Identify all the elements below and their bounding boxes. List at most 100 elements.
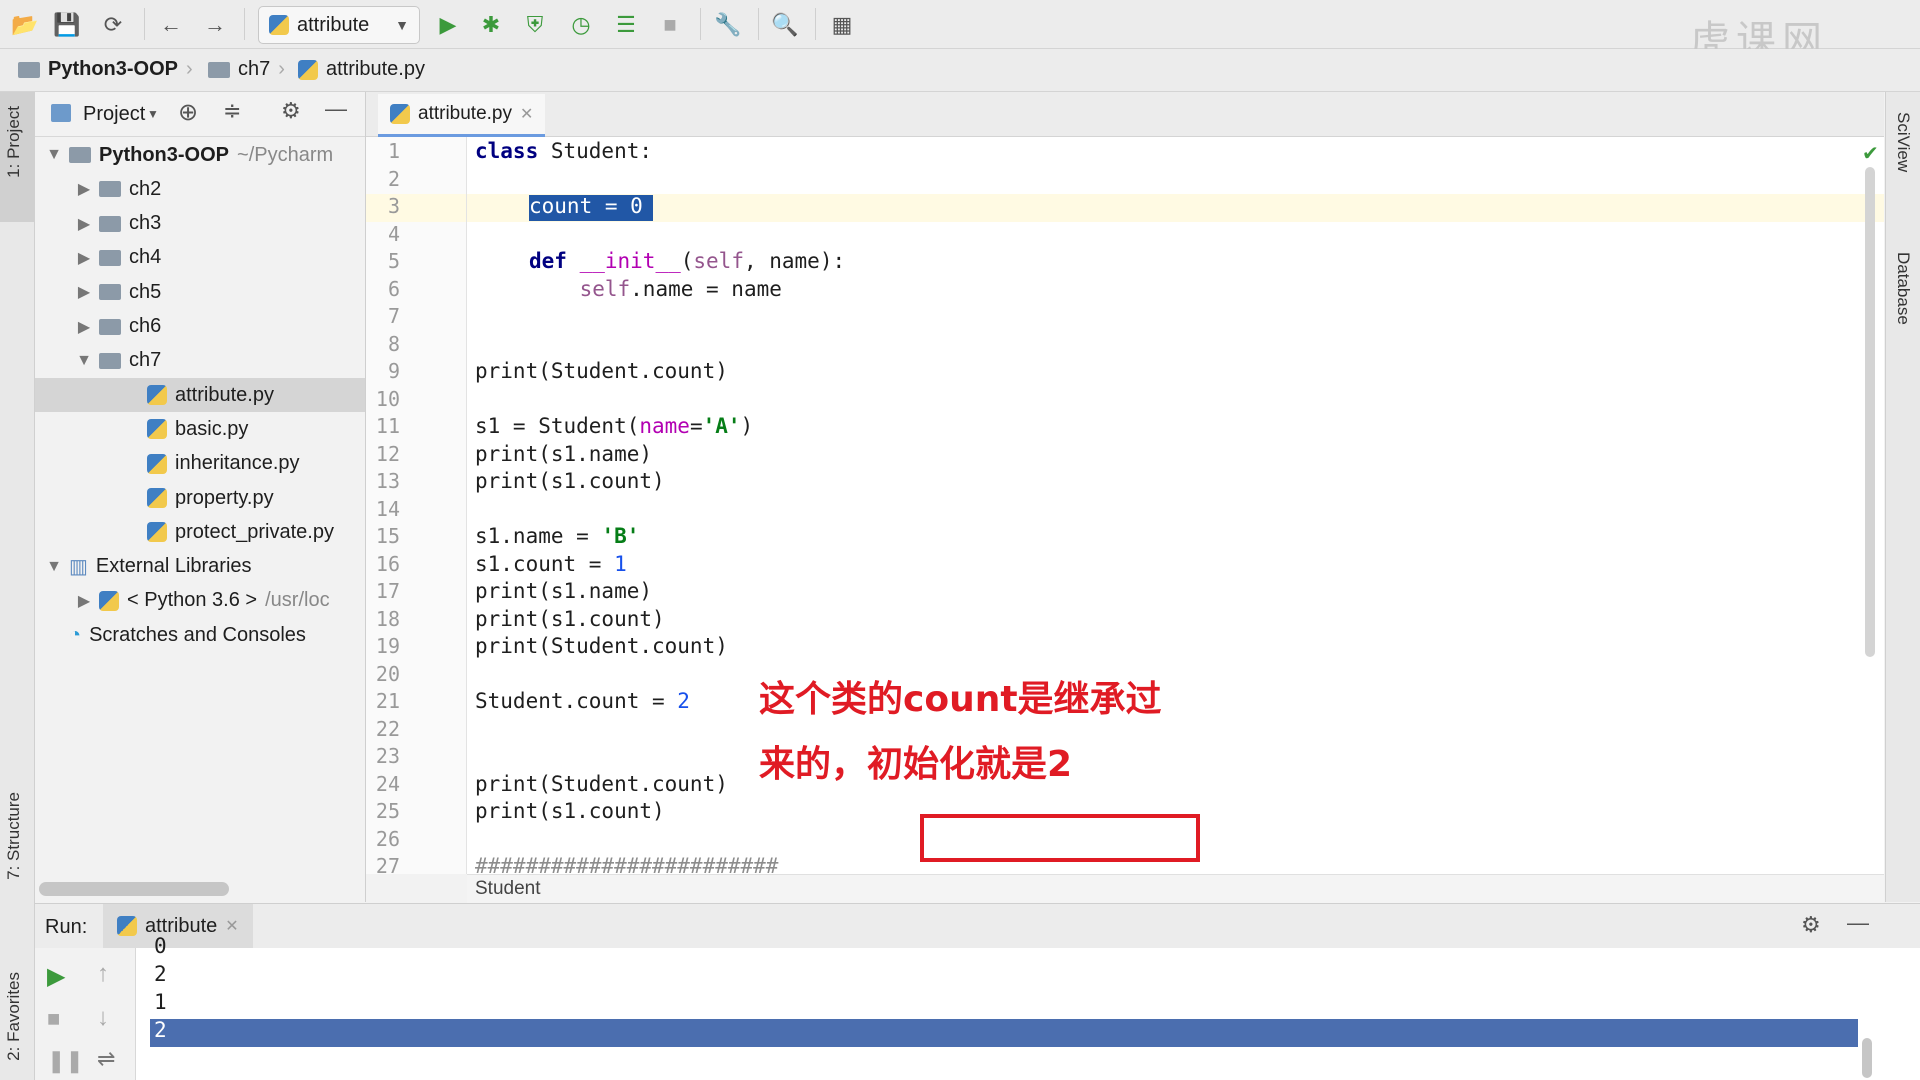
- search-icon[interactable]: 🔍: [770, 10, 800, 40]
- code-line-3-selected: count = 0: [529, 194, 643, 218]
- line-number: 7: [387, 304, 400, 328]
- tree-item-label: Python3-OOP: [99, 143, 230, 166]
- line-number: 27: [375, 854, 400, 878]
- code-editor[interactable]: class Student: count = 0 def __init__(se…: [467, 137, 1884, 874]
- tree-item-label: ch4: [129, 246, 162, 269]
- tree-item[interactable]: property.py: [35, 481, 365, 515]
- breadcrumb-project[interactable]: Python3-OOP ›: [18, 58, 193, 81]
- hide-icon[interactable]: —: [325, 96, 347, 122]
- tree-item[interactable]: ▼ Python3-OOP ~/Pycharm: [35, 138, 365, 172]
- tree-item[interactable]: ▶ ch3: [35, 207, 365, 241]
- code-line-11: s1 = Student(name='A'): [475, 414, 754, 438]
- concurrency-icon[interactable]: ☰: [611, 10, 641, 40]
- forward-icon[interactable]: →: [200, 10, 230, 40]
- tree-item[interactable]: ◔ Scratches and Consoles: [35, 618, 365, 652]
- vertical-scrollbar[interactable]: [1865, 167, 1875, 657]
- code-line-19: print(Student.count): [475, 634, 728, 658]
- back-icon[interactable]: ←: [156, 10, 186, 40]
- console-scrollbar[interactable]: [1862, 1038, 1872, 1078]
- breadcrumb-folder[interactable]: ch7 ›: [208, 58, 285, 81]
- collapsed-arrow-icon[interactable]: ▶: [73, 214, 95, 234]
- console-output-line: 1: [154, 990, 167, 1014]
- line-number: 24: [375, 771, 400, 796]
- left-tool-strip: 1: Project 7: Structure 2: Favorites: [0, 92, 35, 1080]
- line-number: 3: [387, 194, 400, 218]
- collapsed-arrow-icon[interactable]: ▶: [73, 248, 95, 268]
- expanded-arrow-icon[interactable]: ▼: [43, 558, 65, 576]
- tree-item[interactable]: basic.py: [35, 412, 365, 446]
- soft-wrap-icon[interactable]: ⇌: [97, 1046, 115, 1072]
- collapsed-arrow-icon[interactable]: ▶: [73, 317, 95, 337]
- collapsed-arrow-icon[interactable]: ▶: [73, 179, 95, 199]
- settings-wrench-icon[interactable]: 🔧: [713, 10, 743, 40]
- arrow-down-icon[interactable]: ↓: [97, 1004, 109, 1032]
- tree-item[interactable]: inheritance.py: [35, 447, 365, 481]
- library-icon: ▥: [69, 556, 88, 579]
- run-tab-attribute[interactable]: attribute ✕: [103, 904, 253, 948]
- breadcrumb-context: Student: [467, 874, 1884, 903]
- arrow-up-icon[interactable]: ↑: [97, 960, 109, 988]
- python-file-icon: [147, 453, 167, 474]
- folder-icon: [99, 352, 121, 369]
- collapsed-arrow-icon[interactable]: ▶: [73, 282, 95, 302]
- code-line-12: print(s1.name): [475, 442, 653, 466]
- expanded-arrow-icon[interactable]: ▼: [43, 146, 65, 164]
- stop-icon[interactable]: ■: [655, 10, 685, 40]
- horizontal-scrollbar[interactable]: [39, 882, 229, 896]
- debug-icon[interactable]: ✱: [476, 10, 506, 40]
- open-icon[interactable]: 📂: [10, 10, 40, 40]
- structure-tool-tab[interactable]: 7: Structure: [4, 792, 24, 880]
- profile-icon[interactable]: ◷: [566, 10, 596, 40]
- locate-icon[interactable]: ⊕: [178, 98, 198, 127]
- stop-icon[interactable]: ■: [47, 1006, 60, 1032]
- coverage-icon[interactable]: ⛨: [520, 10, 550, 40]
- code-line-15: s1.name = 'B': [475, 524, 640, 548]
- gear-icon[interactable]: ⚙: [281, 98, 301, 124]
- gear-icon[interactable]: ⚙: [1801, 912, 1821, 938]
- favorites-tool-tab[interactable]: 2: Favorites: [4, 972, 24, 1061]
- save-icon[interactable]: 💾: [52, 10, 82, 40]
- folder-icon: [69, 147, 91, 163]
- python-file-icon: [390, 104, 410, 124]
- project-view-select[interactable]: Project: [83, 103, 145, 126]
- structure-icon[interactable]: ▦: [827, 10, 857, 40]
- sync-icon[interactable]: ⟳: [98, 10, 128, 40]
- run-configuration-select[interactable]: attribute ▼: [258, 6, 420, 44]
- tree-item[interactable]: ▶ ch5: [35, 275, 365, 309]
- tree-item[interactable]: attribute.py: [35, 378, 365, 413]
- tree-item[interactable]: ▶ ch4: [35, 241, 365, 275]
- line-number: 1: [387, 139, 400, 163]
- collapse-all-icon[interactable]: ≑: [223, 98, 241, 124]
- close-icon[interactable]: ✕: [520, 104, 533, 124]
- line-number: 22: [375, 716, 400, 741]
- tree-item[interactable]: ▶ < Python 3.6 > /usr/loc: [35, 584, 365, 618]
- python-file-icon: [298, 59, 318, 80]
- hide-icon[interactable]: —: [1847, 910, 1869, 936]
- tree-item[interactable]: ▶ ch6: [35, 310, 365, 344]
- project-tool-tab[interactable]: 1: Project: [4, 106, 24, 178]
- tree-item[interactable]: protect_private.py: [35, 515, 365, 549]
- sciview-tool-tab[interactable]: SciView: [1893, 112, 1913, 172]
- database-tool-tab[interactable]: Database: [1893, 252, 1913, 325]
- breadcrumb-file[interactable]: attribute.py: [298, 58, 425, 81]
- run-icon[interactable]: ▶: [433, 10, 463, 40]
- rerun-icon[interactable]: ▶: [47, 962, 65, 991]
- tree-item-label: ch7: [129, 349, 162, 372]
- line-number: 19: [375, 634, 400, 658]
- collapsed-arrow-icon[interactable]: ▶: [73, 591, 95, 611]
- tree-item[interactable]: ▶ ch2: [35, 172, 365, 206]
- run-console[interactable]: 0 2 1 2: [136, 934, 1920, 1080]
- annotation-text-line-2: 来的，初始化就是2: [759, 744, 1073, 785]
- line-number: 26: [375, 826, 400, 851]
- tree-item-label: inheritance.py: [175, 452, 300, 475]
- tree-item[interactable]: ▼ ▥ External Libraries: [35, 550, 365, 584]
- pause-icon[interactable]: ❚❚: [47, 1048, 84, 1074]
- tab-attribute-py[interactable]: attribute.py ✕: [378, 94, 546, 137]
- folder-icon: [99, 284, 121, 301]
- python-sdk-icon: [99, 590, 119, 611]
- close-icon[interactable]: ✕: [225, 916, 238, 936]
- line-number: 12: [375, 441, 400, 466]
- tree-item[interactable]: ▼ ch7: [35, 344, 365, 378]
- expanded-arrow-icon[interactable]: ▼: [73, 352, 95, 370]
- folder-icon: [99, 318, 121, 335]
